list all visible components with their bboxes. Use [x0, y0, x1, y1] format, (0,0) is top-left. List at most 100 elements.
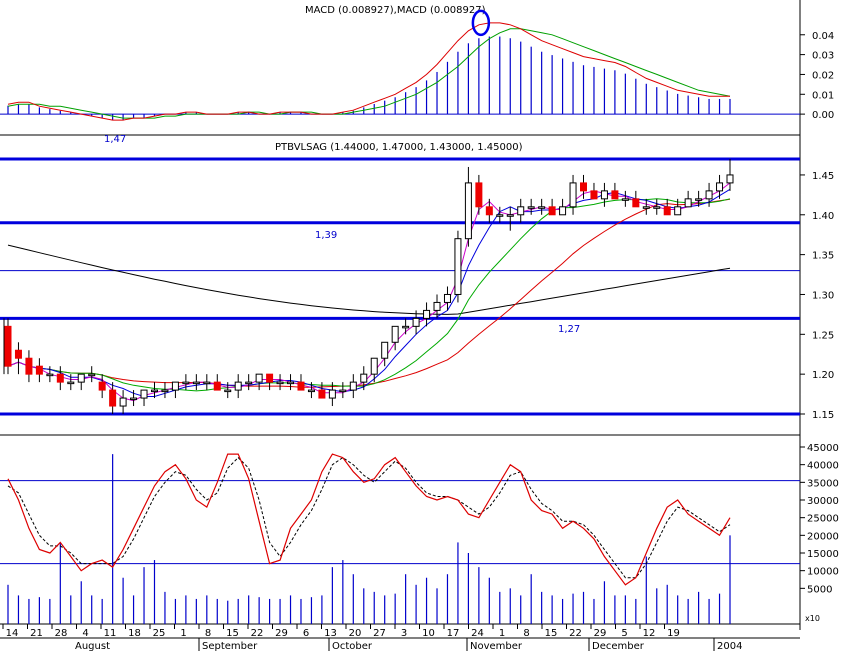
candle-body [224, 389, 232, 393]
x-tick-label: 27 [373, 628, 386, 639]
x-tick-label: 12 [643, 628, 656, 639]
x-tick-label: 8 [205, 628, 211, 639]
osc-y-tick-label: 45000 [807, 443, 839, 454]
x-tick-label: 22 [251, 628, 264, 639]
candle-body [402, 325, 410, 329]
macd-panel: 0.04 0.03 0.02 0.01 0.00 [0, 9, 834, 121]
x-tick-label: 8 [523, 628, 529, 639]
x-tick-label: 15 [226, 628, 239, 639]
candle-body [276, 381, 284, 385]
price-y-tick-label: 1.20 [812, 370, 834, 381]
x-tick-label: 28 [55, 628, 68, 639]
x-tick-label: 13 [324, 628, 337, 639]
month-label: 2004 [717, 641, 742, 651]
candle-body [287, 381, 295, 385]
candle-body [653, 206, 661, 209]
candle-body [716, 182, 724, 192]
x-tick-label: 19 [667, 628, 680, 639]
candle-body [684, 198, 692, 208]
macd-y-tick-label: 0.00 [812, 110, 834, 121]
price-green-moving-average [7, 198, 731, 392]
candle-body [475, 182, 483, 208]
candle-body [67, 381, 75, 385]
candle-body [328, 389, 336, 399]
month-label: November [470, 641, 523, 651]
x-tick-label: 17 [447, 628, 460, 639]
candle-body [443, 293, 451, 303]
candle-body [25, 357, 33, 375]
candle-body [14, 349, 22, 359]
candle-body [538, 206, 546, 209]
candle-body [161, 389, 169, 393]
candle-body [496, 214, 504, 217]
candle-body [77, 373, 85, 383]
oscillator-panel: 45000 40000 35000 30000 25000 20000 15000 10000… [0, 443, 839, 624]
candle-body [621, 198, 629, 201]
x-tick-label: 29 [594, 628, 607, 639]
month-label: August [75, 641, 110, 651]
candle-body [182, 381, 190, 385]
price-panel: 1.45 1.40 1.35 1.30 1.25 1.20 1.15 [0, 157, 834, 421]
price-blue-moving-average [7, 188, 731, 397]
candle-body [130, 397, 138, 401]
candle-body [642, 206, 650, 209]
oscillator-scale-label: x10 [805, 614, 820, 623]
x-tick-label: 6 [303, 628, 309, 639]
candle-body [705, 190, 713, 200]
price-y-tick-label: 1.30 [812, 290, 834, 301]
candle-body [464, 182, 472, 240]
osc-y-tick-label: 5000 [807, 584, 832, 595]
osc-y-tick-label: 15000 [807, 549, 839, 560]
price-magenta-moving-average [7, 182, 731, 402]
price-y-tick-label: 1.15 [812, 410, 834, 421]
x-tick-label: 25 [153, 628, 166, 639]
candle-body [234, 381, 242, 391]
price-y-tick-label: 1.25 [812, 330, 834, 341]
candle-body [517, 206, 525, 216]
candle-body [663, 206, 671, 216]
candle-body [307, 389, 315, 393]
x-tick-label: 15 [545, 628, 558, 639]
candle-body [391, 325, 399, 343]
price-y-tick-label: 1.45 [812, 171, 834, 182]
candle-body [98, 381, 106, 391]
osc-y-tick-label: 10000 [807, 567, 839, 578]
price-title: PTBVLSAG (1.44000, 1.47000, 1.43000, 1.4… [275, 142, 523, 153]
candle-body [46, 373, 54, 377]
osc-y-tick-label: 40000 [807, 461, 839, 472]
price-long-moving-average [7, 244, 731, 315]
candle-body [580, 182, 588, 192]
price-red-moving-average [7, 198, 731, 388]
candle-body [423, 309, 431, 319]
candle-body [56, 373, 64, 383]
candle-body [35, 365, 43, 375]
candle-body [192, 381, 200, 385]
candle-body [171, 381, 179, 391]
candle-body [4, 325, 12, 367]
x-tick-label: 4 [82, 628, 88, 639]
x-tick-label: 3 [401, 628, 407, 639]
macd-y-tick-label: 0.03 [812, 51, 834, 62]
candle-body [266, 373, 274, 383]
candle-body [370, 357, 378, 375]
stochastic-k-line [7, 453, 731, 586]
macd-y-tick-label: 0.02 [812, 70, 834, 81]
candle-body [590, 190, 598, 200]
x-tick-label: 5 [621, 628, 627, 639]
candle-body [726, 174, 734, 184]
macd-title: MACD (0.008927),MACD (0.008927) [305, 5, 486, 16]
candle-body [150, 389, 158, 393]
candle-body [454, 238, 462, 295]
level-label-139: 1,39 [315, 230, 337, 241]
macd-line [7, 22, 730, 121]
x-tick-label: 1 [180, 628, 186, 639]
candle-body [611, 190, 619, 200]
macd-annotation-label: 1,47 [104, 134, 126, 145]
candle-body [433, 301, 441, 311]
osc-y-tick-label: 20000 [807, 531, 839, 542]
candle-body [632, 198, 640, 208]
level-label-127: 1,27 [558, 324, 580, 335]
candle-body [297, 381, 305, 391]
candle-body [695, 198, 703, 201]
x-tick-label: 10 [422, 628, 435, 639]
